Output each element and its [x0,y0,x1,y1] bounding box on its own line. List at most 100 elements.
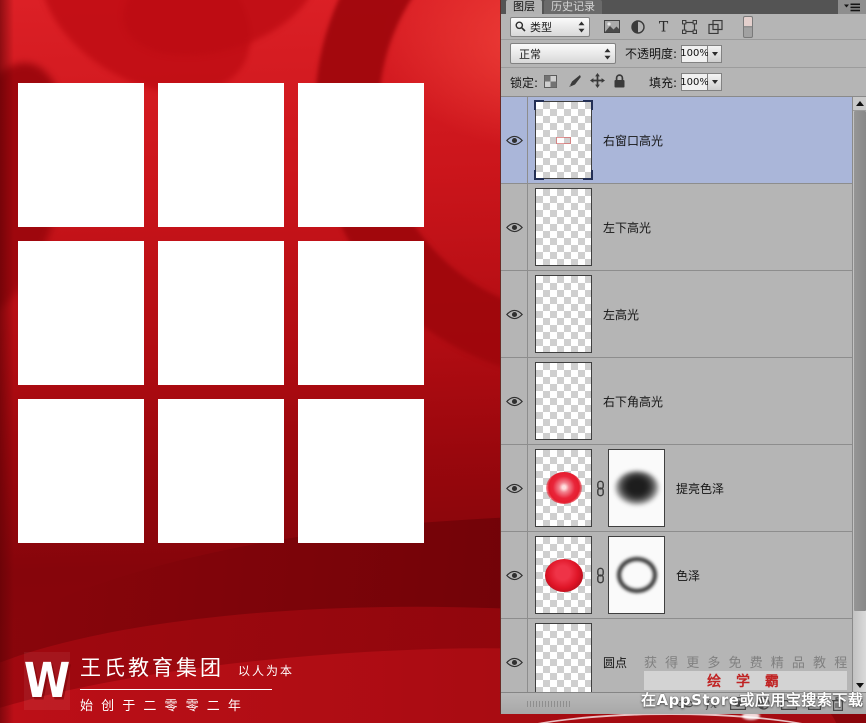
layer-row[interactable]: 色泽 [501,532,853,619]
mask-paint-blob [614,471,659,505]
layer-thumbnail[interactable] [535,623,592,692]
opacity-dropdown-button[interactable] [708,44,723,63]
watermark-tutorial-text: 获 得 更 多 免 费 精 品 教 程 [644,656,850,671]
lock-row: 锁定: 填充: 100% [501,68,866,97]
updown-arrows-icon [604,48,611,59]
fill-value-field[interactable]: 100% [680,73,709,91]
grid-cell [298,241,424,385]
chain-link-icon [596,567,604,583]
selection-corner [534,170,544,180]
selection-corner [534,100,544,110]
lock-transparency-icon[interactable] [544,73,558,92]
layer-row[interactable]: 右窗口高光 [501,97,853,184]
layer-rows: 右窗口高光 左下高光 左高光 右下角高光 提亮色泽 色泽 圆点 [501,97,853,692]
filter-toggle-switch[interactable] [743,15,753,38]
eye-icon [505,657,523,667]
layer-thumbnail[interactable] [535,275,592,353]
layer-thumbnail[interactable] [535,188,592,266]
filter-kind-icons: T [603,19,724,34]
layer-row[interactable]: 左高光 [501,271,853,358]
logo-tagline: 始 创 于 二 零 零 二 年 [80,699,243,714]
layer-thumbnail[interactable] [535,362,592,440]
blend-row: 正常 不透明度: 100% [501,40,866,68]
watermark-brand-band: 绘 学 霸 [644,671,847,690]
svg-text:T: T [659,20,669,33]
mask-ring-blob [616,557,657,593]
grid-cell [18,241,144,385]
search-icon [515,21,526,32]
layer-name[interactable]: 提亮色泽 [676,480,724,497]
panel-menu-icon [844,3,860,11]
visibility-toggle[interactable] [501,97,528,183]
layer-row[interactable]: 右下角高光 [501,358,853,445]
visibility-toggle[interactable] [501,532,528,618]
layer-name[interactable]: 右窗口高光 [603,132,663,149]
eye-icon [505,396,523,406]
visibility-toggle[interactable] [501,445,528,531]
scrollbar-thumb[interactable] [854,111,866,611]
layer-thumbnail[interactable] [534,100,593,180]
layer-row[interactable]: 提亮色泽 [501,445,853,532]
photo-grid [18,83,424,543]
layer-name[interactable]: 左下高光 [603,219,651,236]
tab-history[interactable]: 历史记录 [544,0,602,14]
type-layer-filter-icon[interactable]: T [655,20,672,33]
scroll-up-button[interactable] [853,97,866,111]
lock-position-move-icon[interactable] [590,72,606,92]
layer-name[interactable]: 圆点 [603,654,627,671]
layer-list-scrollbar[interactable] [852,97,866,692]
grid-cell [18,399,144,543]
opacity-value-field[interactable]: 100% [680,44,709,63]
lock-label: 锁定: [510,75,539,90]
visibility-toggle[interactable] [501,358,528,444]
triangle-down-icon [711,51,718,56]
panel-menu-button[interactable] [838,0,866,14]
lock-pixels-brush-icon[interactable] [566,73,581,92]
updown-arrows-icon [578,21,585,32]
blend-mode-value: 正常 [519,47,541,61]
layer-name[interactable]: 右下角高光 [603,393,663,410]
red-ring-blob [545,472,582,504]
layer-name[interactable]: 左高光 [603,306,639,323]
mask-link[interactable] [592,567,608,584]
filter-row: 类型 T [501,14,866,40]
watermark-appstore-text: 在AppStore或应用宝搜索下载 [641,691,864,709]
selection-corner [583,170,593,180]
visibility-toggle[interactable] [501,271,528,357]
lock-icons [544,72,625,92]
left-shade [0,0,14,723]
layer-thumbnail[interactable] [535,536,592,614]
filter-type-select[interactable]: 类型 [510,16,590,37]
adjustment-layer-filter-icon[interactable] [629,19,646,34]
fill-dropdown-button[interactable] [708,73,723,91]
shape-layer-filter-icon[interactable] [681,19,698,34]
horizontal-grip[interactable] [527,701,571,707]
smart-object-filter-icon[interactable] [707,19,724,34]
layer-mask-thumbnail[interactable] [608,536,665,614]
eye-icon [505,570,523,580]
visibility-toggle[interactable] [501,184,528,270]
photoshop-workspace: W 王氏教育集团 以人为本 始 创 于 二 零 零 二 年 图层 历史记录 类型… [0,0,866,723]
thumb-content-mark [556,136,571,144]
logo-text-block: 王氏教育集团 以人为本 始 创 于 二 零 零 二 年 [80,652,294,714]
layer-controls: 类型 T 正常 不透明度: 100% 锁定: 填充: 100% [501,14,866,97]
layer-thumbnail[interactable] [535,449,592,527]
logo-slogan: 以人为本 [238,664,295,678]
layer-name[interactable]: 色泽 [676,567,700,584]
layers-panel: 图层 历史记录 类型 T 正常 不透明度: 100% 锁定: 填充: 100% … [500,0,866,714]
grid-cell [298,83,424,227]
tab-layers[interactable]: 图层 [506,0,542,14]
mask-link[interactable] [592,480,608,497]
grid-cell [158,241,284,385]
logo-divider [80,689,272,690]
layer-row[interactable]: 左下高光 [501,184,853,271]
lock-all-icon[interactable] [614,73,625,92]
layer-mask-thumbnail[interactable] [608,449,665,527]
pixel-layer-filter-icon[interactable] [603,20,620,33]
chain-link-icon [596,480,604,496]
red-blob [544,558,583,592]
blend-mode-select[interactable]: 正常 [510,43,616,64]
visibility-toggle[interactable] [501,619,528,692]
triangle-down-icon [711,80,718,84]
triangle-up-icon [856,101,864,106]
